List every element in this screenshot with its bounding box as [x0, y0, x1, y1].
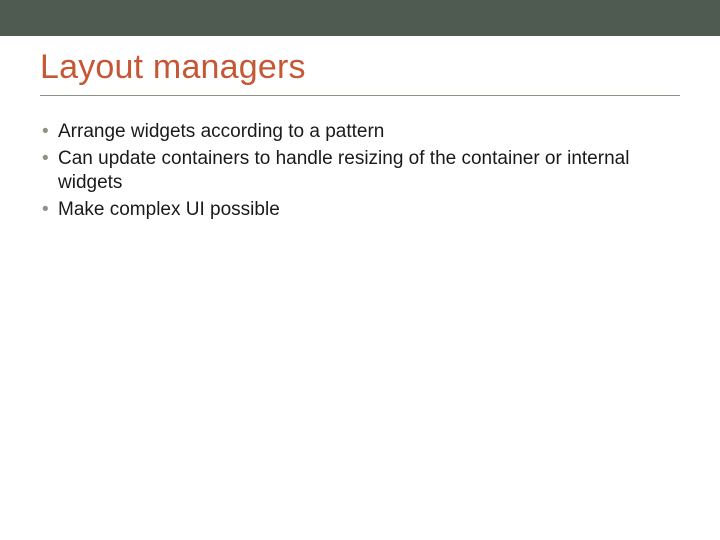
slide-top-bar — [0, 0, 720, 36]
slide-content: Layout managers Arrange widgets accordin… — [0, 36, 720, 223]
slide-title: Layout managers — [40, 48, 680, 96]
list-item: Can update containers to handle resizing… — [40, 147, 680, 196]
list-item: Arrange widgets according to a pattern — [40, 120, 680, 145]
list-item: Make complex UI possible — [40, 198, 680, 223]
bullet-list: Arrange widgets according to a pattern C… — [40, 120, 680, 223]
